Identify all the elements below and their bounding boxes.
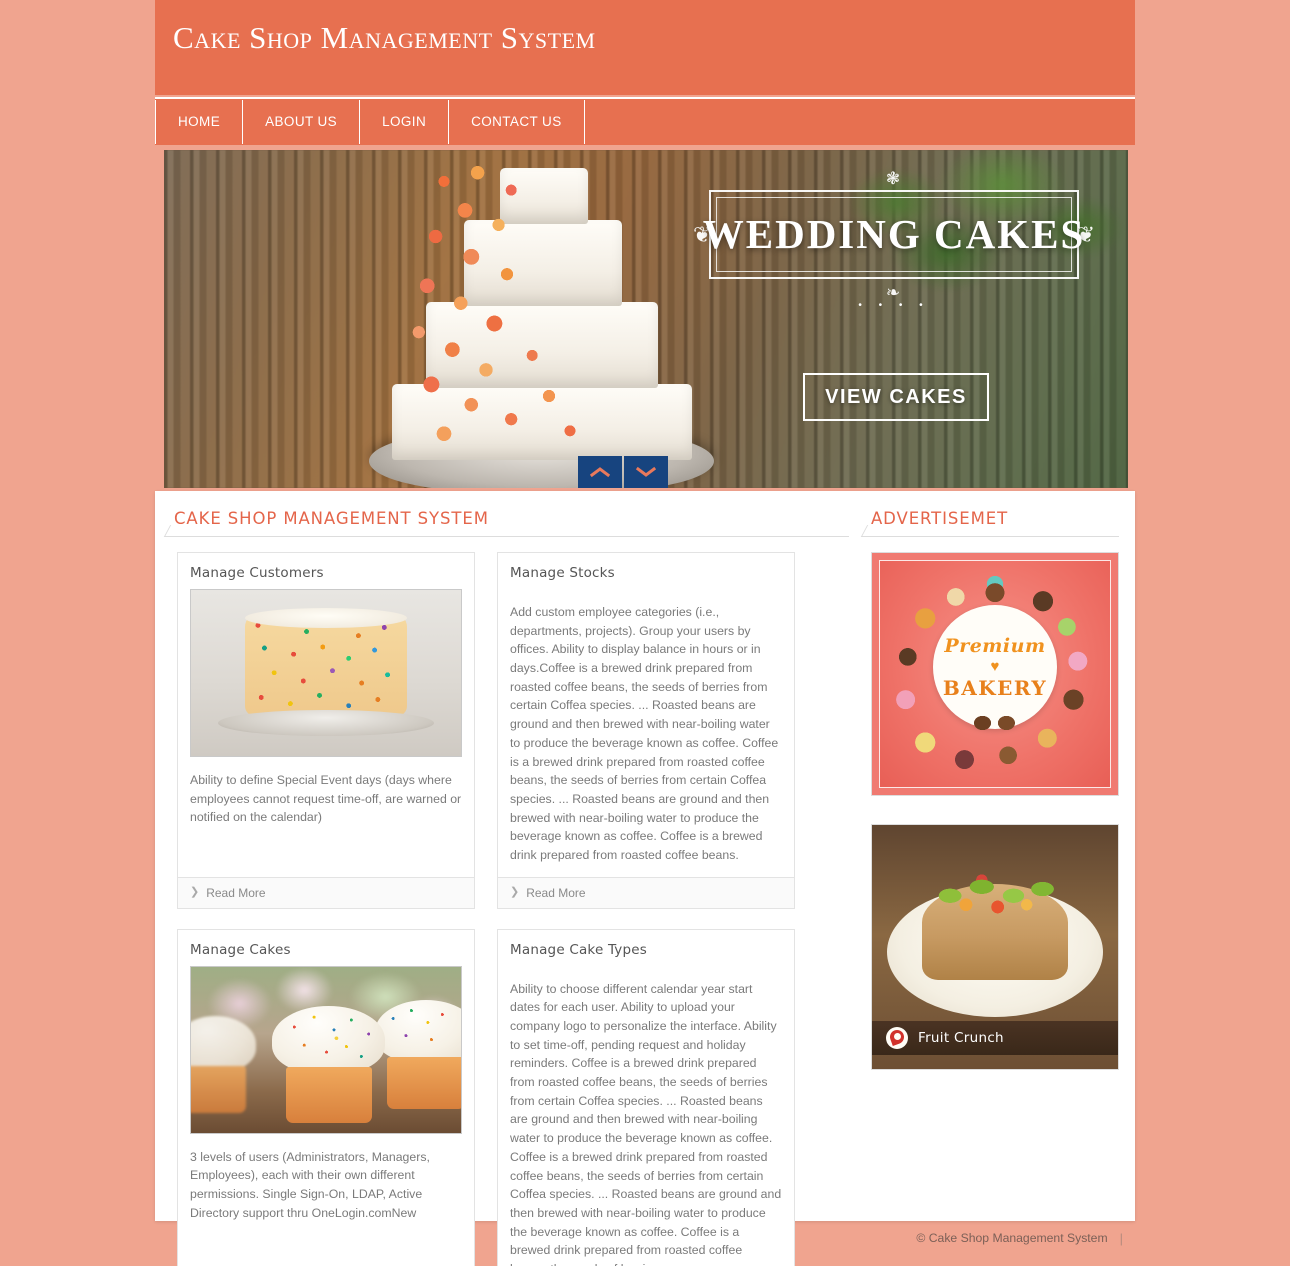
ad-center-disc: Premium ♥ BAKERY bbox=[933, 605, 1057, 730]
feature-card-manage-customers: Manage Customers Ability to define Speci… bbox=[177, 552, 475, 909]
card-title: Manage Cake Types bbox=[510, 941, 647, 958]
nav-item-about-us[interactable]: ABOUT US bbox=[243, 100, 361, 144]
cake-frosting-top bbox=[245, 608, 407, 629]
ad-caption-label: Fruit Crunch bbox=[918, 1030, 1004, 1046]
cake-roses bbox=[402, 164, 612, 454]
read-more-button[interactable]: ❯ Read More bbox=[498, 876, 794, 908]
flourish-bottom-icon: ❧ bbox=[885, 283, 903, 302]
card-title: Manage Customers bbox=[190, 565, 324, 581]
chevron-up-icon bbox=[590, 467, 610, 478]
view-cakes-button[interactable]: VIEW CAKES bbox=[803, 373, 989, 421]
hero-dot-divider: • • • • bbox=[858, 300, 930, 311]
chevron-down-icon bbox=[636, 466, 656, 477]
read-more-label: Read More bbox=[206, 885, 266, 900]
feature-card-manage-stocks: Manage Stocks Add custom employee catego… bbox=[497, 552, 795, 909]
brand-logo-icon bbox=[886, 1027, 908, 1049]
nav-item-login[interactable]: LOGIN bbox=[360, 100, 450, 144]
cupcakes-image bbox=[190, 965, 462, 1134]
ad-chocolates bbox=[969, 712, 1021, 735]
feature-card-manage-cakes: Manage Cakes 3 levels of users (Administ… bbox=[177, 928, 475, 1266]
read-more-button[interactable]: ❯ Read More bbox=[178, 876, 474, 908]
cupcake-left bbox=[191, 1016, 256, 1113]
nav-item-home[interactable]: HOME bbox=[155, 100, 244, 144]
feature-card-manage-cake-types: Manage Cake Types Ability to choose diff… bbox=[497, 928, 795, 1266]
card-body-text: Add custom employee categories (i.e., de… bbox=[510, 605, 779, 862]
advertisement-column: Premium ♥ BAKERY Fruit Crunch bbox=[871, 552, 1119, 1098]
flourish-top-icon: ❃ bbox=[885, 169, 903, 188]
ad-fruit-topping bbox=[929, 870, 1061, 927]
page-root: Cake Shop Management System HOME ABOUT U… bbox=[0, 0, 1290, 1266]
site-header: Cake Shop Management System bbox=[155, 0, 1135, 95]
slider-next-button[interactable] bbox=[624, 456, 668, 488]
footer-separator: | bbox=[1119, 1230, 1123, 1246]
ad-inner-frame: Premium ♥ BAKERY bbox=[879, 560, 1111, 788]
heart-icon: ♥ bbox=[990, 657, 1000, 675]
card-body-text: Ability to define Special Event days (da… bbox=[190, 773, 462, 825]
feature-card-grid: Manage Customers Ability to define Speci… bbox=[177, 552, 849, 1266]
sidebar-section-divider bbox=[871, 536, 1119, 537]
ad-caption-bar: Fruit Crunch bbox=[872, 1021, 1118, 1055]
ad-premium-bakery[interactable]: Premium ♥ BAKERY bbox=[871, 552, 1119, 796]
cupcake-liner bbox=[191, 1066, 247, 1113]
ad-premium-text: Premium bbox=[944, 634, 1046, 657]
nav-item-contact-us[interactable]: CONTACT US bbox=[449, 100, 585, 144]
card-title: Manage Cakes bbox=[190, 941, 291, 958]
cupcake-frosting bbox=[191, 1016, 256, 1073]
main-section-title: CAKE SHOP MANAGEMENT SYSTEM bbox=[174, 509, 489, 528]
ad-bakery-text: BAKERY bbox=[942, 675, 1048, 700]
sidebar-section-title: ADVERTISEMET bbox=[871, 509, 1009, 528]
cake-plate bbox=[218, 709, 434, 737]
site-footer: © Cake Shop Management System | bbox=[155, 1221, 1135, 1255]
cupcake-sprinkles-center bbox=[272, 1006, 397, 1077]
hero-ornate-frame: ❃ ❧ ❦ ❦ WEDDING CAKES • • • • bbox=[693, 169, 1095, 311]
chevron-right-icon: ❯ bbox=[510, 886, 520, 899]
hero-slider: ❃ ❧ ❦ ❦ WEDDING CAKES • • • • VIEW CAKES bbox=[164, 150, 1128, 488]
hero-headline: WEDDING CAKES bbox=[702, 211, 1086, 257]
slider-controls bbox=[578, 456, 668, 488]
cake-body bbox=[245, 613, 407, 717]
copyright-text: © Cake Shop Management System bbox=[916, 1231, 1108, 1245]
main-navigation: HOME ABOUT US LOGIN CONTACT US bbox=[155, 97, 1135, 145]
chevron-right-icon: ❯ bbox=[190, 886, 200, 899]
sprinkle-cake-image bbox=[190, 589, 462, 757]
ad-fruit-crunch[interactable]: Fruit Crunch bbox=[871, 824, 1119, 1070]
main-section-divider bbox=[174, 536, 849, 537]
read-more-label: Read More bbox=[526, 885, 586, 900]
content-panel: CAKE SHOP MANAGEMENT SYSTEM ADVERTISEMET… bbox=[155, 491, 1135, 1266]
card-title: Manage Stocks bbox=[510, 565, 615, 581]
page-title: Cake Shop Management System bbox=[173, 20, 596, 55]
slider-prev-button[interactable] bbox=[578, 456, 622, 488]
